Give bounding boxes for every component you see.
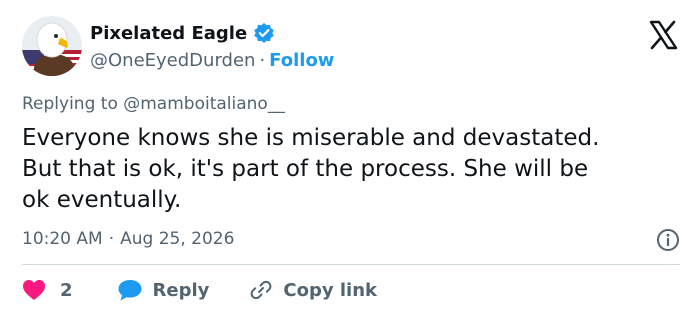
follow-button[interactable]: Follow <box>269 50 334 71</box>
author-name[interactable]: Pixelated Eagle <box>90 23 247 44</box>
author-name-row: Pixelated Eagle <box>90 22 275 44</box>
tweet-timestamp[interactable]: 10:20 AM · Aug 25, 2026 <box>22 229 234 249</box>
author-handle[interactable]: @OneEyedDurden <box>90 50 255 71</box>
speech-bubble-icon <box>117 278 143 302</box>
heart-icon <box>22 279 46 301</box>
x-logo-icon[interactable] <box>648 20 678 50</box>
info-icon[interactable] <box>656 228 680 252</box>
replying-to-prefix: Replying to <box>22 94 118 114</box>
eagle-avatar-image <box>22 16 82 76</box>
copy-link-label: Copy link <box>283 279 377 301</box>
like-button[interactable]: 2 <box>22 279 73 301</box>
verified-badge-icon <box>253 22 275 44</box>
link-icon <box>249 278 273 302</box>
separator-dot: · <box>259 50 266 71</box>
tweet-date: Aug 25, 2026 <box>120 229 235 249</box>
like-count: 2 <box>60 279 73 301</box>
avatar[interactable] <box>22 16 82 76</box>
author-handle-row: @OneEyedDurden · Follow <box>90 50 334 71</box>
reply-label: Reply <box>152 279 210 301</box>
tweet-time: 10:20 AM <box>22 229 103 249</box>
separator-dot: · <box>108 229 115 249</box>
divider <box>22 264 680 265</box>
tweet-text: Everyone knows she is miserable and deva… <box>22 125 600 213</box>
replying-to-handle[interactable]: @mamboitaliano__ <box>123 94 285 114</box>
replying-to: Replying to @mamboitaliano__ <box>22 94 285 114</box>
copy-link-button[interactable]: Copy link <box>239 278 377 302</box>
reply-button[interactable]: Reply <box>107 278 210 302</box>
action-bar: 2 Reply Copy link <box>22 278 377 302</box>
